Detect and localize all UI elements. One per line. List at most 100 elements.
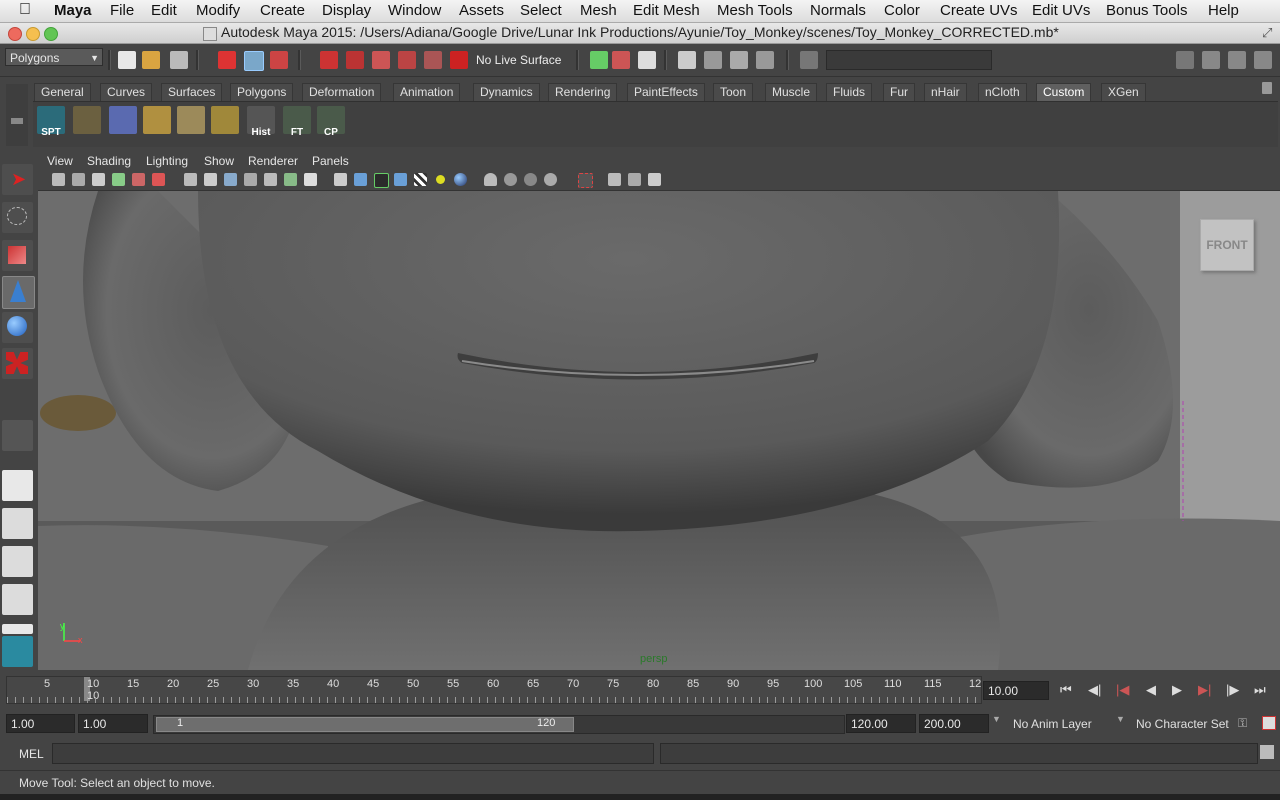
film-gate-icon[interactable] [204, 173, 217, 186]
select-camera-icon[interactable] [52, 173, 65, 186]
tab-xgen[interactable]: XGen [1101, 83, 1146, 101]
shelf-button-box[interactable] [177, 106, 205, 134]
menu-mesh-tools[interactable]: Mesh Tools [717, 2, 793, 19]
output-ops-icon[interactable] [612, 51, 630, 69]
snap-point-icon[interactable] [372, 51, 390, 69]
anti-aliasing-icon[interactable] [524, 173, 537, 186]
select-hierarchy-icon[interactable] [218, 51, 236, 69]
shelf-button-ft[interactable]: FT [283, 106, 311, 138]
tab-rendering[interactable]: Rendering [548, 83, 618, 101]
input-ops-icon[interactable] [590, 51, 608, 69]
two-d-pan-zoom-icon[interactable] [132, 173, 145, 186]
app-menu[interactable]: Maya [54, 2, 92, 19]
apple-icon[interactable]:  [19, 1, 31, 19]
step-back-frame-icon[interactable]: ◀| [1088, 682, 1101, 698]
menu-select[interactable]: Select [520, 2, 562, 19]
scale-tool-button[interactable] [2, 348, 33, 379]
auto-key-icon[interactable]: ⚿ [1238, 716, 1247, 731]
rotate-tool-button[interactable] [2, 312, 33, 343]
use-default-lighting-icon[interactable] [436, 175, 445, 184]
tab-general[interactable]: General [34, 83, 91, 101]
snap-curve-icon[interactable] [346, 51, 364, 69]
attribute-editor-icon[interactable] [1202, 51, 1220, 69]
tab-fur[interactable]: Fur [883, 83, 915, 101]
mel-label[interactable]: MEL [19, 747, 44, 761]
lasso-tool-button[interactable] [2, 202, 33, 233]
menu-color[interactable]: Color [884, 2, 920, 19]
checker-icon[interactable] [414, 173, 427, 186]
go-to-start-icon[interactable]: ⏮ [1060, 682, 1072, 698]
play-backwards-icon[interactable]: ◀ [1146, 682, 1156, 698]
new-scene-icon[interactable] [118, 51, 136, 69]
time-ruler[interactable]: 5 10 15 20 25 30 35 40 45 50 55 60 65 70… [6, 676, 982, 704]
modeling-toolkit-icon[interactable] [1176, 51, 1194, 69]
shelf-menu-icon[interactable] [6, 84, 28, 146]
tab-custom[interactable]: Custom [1036, 83, 1092, 101]
tab-polygons[interactable]: Polygons [230, 83, 294, 101]
minimize-window-button[interactable] [26, 27, 40, 41]
trash-icon[interactable] [1262, 82, 1272, 94]
shelf-button-cone[interactable] [109, 106, 137, 134]
menu-help[interactable]: Help [1208, 2, 1239, 19]
menu-window[interactable]: Window [388, 2, 441, 19]
menu-edit[interactable]: Edit [151, 2, 177, 19]
panel-menu-show[interactable]: Show [204, 154, 234, 168]
open-scene-icon[interactable] [142, 51, 160, 69]
step-back-key-icon[interactable]: |◀ [1116, 682, 1129, 698]
shelf-button-lattice[interactable] [211, 106, 239, 134]
depth-of-field-icon[interactable] [544, 173, 557, 186]
select-tool-button[interactable]: ➤ [2, 164, 33, 195]
panel-menu-panels[interactable]: Panels [312, 154, 349, 168]
view-cube[interactable]: FRONT [1200, 219, 1254, 271]
quick-input-field[interactable] [826, 50, 992, 70]
safe-title-icon[interactable] [304, 173, 317, 186]
perspective-viewport[interactable]: y x FRONT persp [38, 191, 1280, 670]
chevron-down-icon[interactable]: ▼ [992, 714, 1001, 724]
tab-toon[interactable]: Toon [713, 83, 754, 101]
panel-menu-renderer[interactable]: Renderer [248, 154, 298, 168]
field-chart-icon[interactable] [264, 173, 277, 186]
hypershade-layout-button[interactable] [2, 624, 33, 634]
tab-painteffects[interactable]: PaintEffects [627, 83, 705, 101]
play-forwards-icon[interactable]: ▶ [1172, 682, 1182, 698]
tab-muscle[interactable]: Muscle [765, 83, 818, 101]
safe-action-icon[interactable] [284, 173, 297, 186]
select-component-icon[interactable] [270, 51, 288, 69]
fullscreen-icon[interactable]: ⤢ [1262, 25, 1272, 41]
xray-icon[interactable] [608, 173, 621, 186]
image-plane-icon[interactable] [112, 173, 125, 186]
bookmarks-icon[interactable] [92, 173, 105, 186]
shelf-button-joint[interactable] [73, 106, 101, 134]
end-time-field[interactable]: 200.00 [919, 714, 989, 733]
menu-edit-uvs[interactable]: Edit UVs [1032, 2, 1090, 19]
smooth-shade-icon[interactable] [354, 173, 367, 186]
construction-history-icon[interactable] [638, 51, 656, 69]
grease-pencil-icon[interactable] [152, 173, 165, 186]
tab-animation[interactable]: Animation [393, 83, 461, 101]
tab-fluids[interactable]: Fluids [826, 83, 873, 101]
shelf-button-hist[interactable]: Hist [247, 106, 275, 138]
panel-menu-lighting[interactable]: Lighting [146, 154, 188, 168]
paint-select-tool-button[interactable] [2, 240, 33, 271]
isolate-select-icon[interactable] [578, 173, 593, 188]
tab-ncloth[interactable]: nCloth [978, 83, 1027, 101]
menu-edit-mesh[interactable]: Edit Mesh [633, 2, 700, 19]
step-forward-key-icon[interactable]: ▶| [1198, 682, 1211, 698]
render-current-icon[interactable] [704, 51, 722, 69]
menu-mesh[interactable]: Mesh [580, 2, 617, 19]
camera-attributes-icon[interactable] [72, 173, 85, 186]
motion-blur-icon[interactable] [504, 173, 517, 186]
graph-editor-layout-button[interactable] [2, 584, 33, 615]
live-surface-label[interactable]: No Live Surface [476, 53, 561, 67]
outliner-persp-layout-button[interactable] [2, 546, 33, 577]
animation-preferences-icon[interactable] [1262, 716, 1276, 730]
menu-bonus-tools[interactable]: Bonus Tools [1106, 2, 1187, 19]
channel-box-icon[interactable] [1254, 51, 1272, 69]
panel-menu-view[interactable]: View [47, 154, 73, 168]
shelf-button-spt[interactable]: SPT [37, 106, 65, 138]
menuset-dropdown[interactable]: Polygons ▼ [5, 48, 103, 66]
shelf-button-grid[interactable] [143, 106, 171, 134]
close-window-button[interactable] [8, 27, 22, 41]
anim-layer-dropdown[interactable]: No Anim Layer [1013, 717, 1092, 731]
range-slider-handle[interactable]: 1 120 [156, 717, 574, 732]
